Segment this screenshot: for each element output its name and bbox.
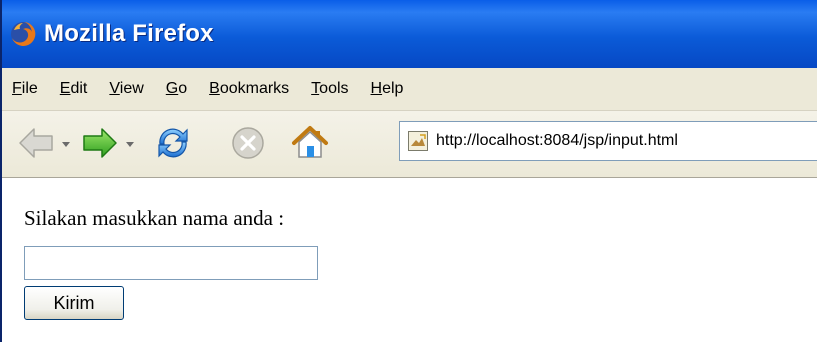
reload-icon[interactable] <box>152 122 194 164</box>
page-content: Silakan masukkan nama anda : Kirim <box>2 178 817 342</box>
menu-bar: File Edit View Go Bookmarks Tools Help <box>2 68 817 111</box>
stop-icon[interactable] <box>228 123 268 163</box>
firefox-icon <box>11 21 36 46</box>
forward-icon[interactable] <box>80 123 120 163</box>
forward-dropdown-icon[interactable] <box>126 142 134 147</box>
title-bar[interactable]: Mozilla Firefox <box>2 0 817 68</box>
back-dropdown-icon[interactable] <box>62 142 70 147</box>
menu-bookmarks[interactable]: Bookmarks <box>209 80 289 98</box>
name-prompt-label: Silakan masukkan nama anda : <box>24 206 285 230</box>
menu-view[interactable]: View <box>109 80 143 98</box>
window-title: Mozilla Firefox <box>44 20 214 47</box>
navigation-toolbar: http://localhost:8084/jsp/input.html <box>2 111 817 178</box>
menu-help[interactable]: Help <box>371 80 404 98</box>
menu-file[interactable]: File <box>12 80 38 98</box>
menu-edit[interactable]: Edit <box>60 80 88 98</box>
menu-tools[interactable]: Tools <box>311 80 348 98</box>
menu-go[interactable]: Go <box>166 80 187 98</box>
back-icon[interactable] <box>16 123 56 163</box>
submit-button[interactable]: Kirim <box>24 286 124 320</box>
name-input[interactable] <box>24 246 318 280</box>
browser-window: Mozilla Firefox File Edit View Go Bookma… <box>0 0 817 342</box>
url-text: http://localhost:8084/jsp/input.html <box>436 132 678 149</box>
url-bar[interactable]: http://localhost:8084/jsp/input.html <box>399 121 817 161</box>
home-icon[interactable] <box>288 121 332 165</box>
page-icon <box>408 131 428 151</box>
